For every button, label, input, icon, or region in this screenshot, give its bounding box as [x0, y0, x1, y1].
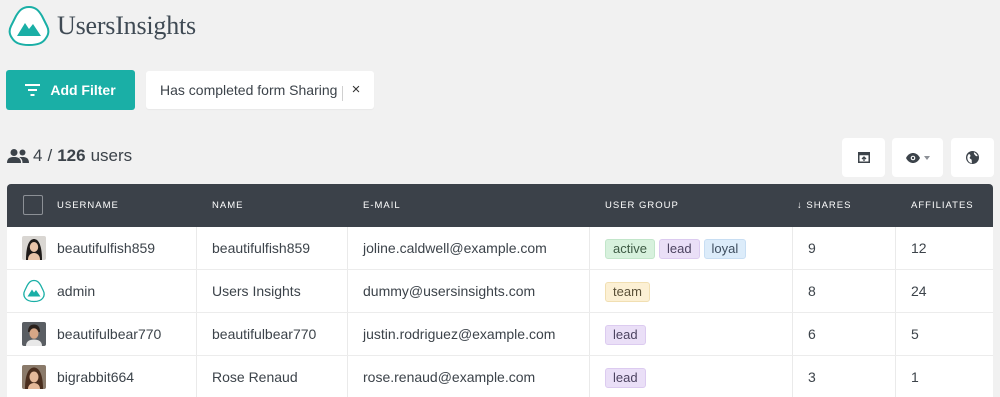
affiliates-cell: 1: [911, 369, 919, 385]
column-header-email[interactable]: E-MAIL: [363, 184, 401, 227]
add-filter-label: Add Filter: [50, 82, 116, 98]
column-header-affiliates[interactable]: AFFILIATES: [911, 184, 974, 227]
columns-visibility-button[interactable]: [892, 138, 943, 177]
table-row[interactable]: bigrabbit664 Rose Renaud rose.renaud@exa…: [7, 356, 993, 397]
shares-cell: 6: [808, 326, 816, 342]
avatar: [22, 322, 46, 346]
sort-desc-icon: ↓: [797, 200, 803, 211]
username-cell[interactable]: beautifulfish859: [57, 227, 155, 269]
email-cell: rose.renaud@example.com: [363, 369, 536, 385]
app-logo: UsersInsights: [8, 5, 196, 47]
eye-icon: [905, 152, 920, 163]
shares-cell: 3: [808, 369, 816, 385]
shares-cell: 8: [808, 283, 816, 299]
column-header-shares-label: SHARES: [806, 200, 852, 211]
user-count: 4 / 126 users: [7, 146, 132, 166]
column-header-user-group[interactable]: USER GROUP: [605, 184, 679, 227]
column-header-name[interactable]: NAME: [212, 184, 243, 227]
user-group-cell: lead: [605, 313, 650, 355]
user-group-cell: active lead loyal: [605, 227, 750, 269]
user-group-cell: team: [605, 270, 654, 312]
group-tag: lead: [605, 325, 646, 346]
name-cell: beautifulbear770: [212, 326, 317, 342]
caret-down-icon: [923, 155, 930, 160]
affiliates-cell: 5: [911, 326, 919, 342]
table-row[interactable]: admin Users Insights dummy@usersinsights…: [7, 270, 993, 313]
email-cell: dummy@usersinsights.com: [363, 283, 536, 299]
avatar: [22, 365, 46, 389]
table-header: USERNAME NAME E-MAIL USER GROUP ↓ SHARES…: [7, 184, 993, 227]
user-group-cell: lead: [605, 356, 650, 397]
export-icon: [857, 152, 870, 163]
add-filter-button[interactable]: Add Filter: [6, 70, 135, 110]
table-row[interactable]: beautifulfish859 beautifulfish859 joline…: [7, 227, 993, 270]
export-button[interactable]: [842, 138, 885, 177]
email-cell: joline.caldwell@example.com: [363, 240, 547, 256]
column-header-shares[interactable]: ↓ SHARES: [797, 184, 851, 227]
name-cell: beautifulfish859: [212, 240, 311, 256]
affiliates-cell: 12: [911, 240, 927, 256]
users-icon: [7, 149, 29, 163]
username-cell[interactable]: beautifulbear770: [57, 313, 161, 355]
count-separator: /: [47, 146, 53, 165]
affiliates-cell: 24: [911, 283, 927, 299]
active-filter-chip[interactable]: Has completed form Sharing ×: [146, 71, 374, 109]
world-map-button[interactable]: [951, 138, 994, 177]
username-cell[interactable]: bigrabbit664: [57, 356, 134, 397]
group-tag: loyal: [703, 239, 747, 260]
name-cell: Users Insights: [212, 283, 301, 299]
group-tag: lead: [658, 239, 700, 260]
count-unit: users: [90, 146, 133, 165]
globe-icon: [966, 151, 979, 164]
group-tag: lead: [605, 368, 646, 389]
active-filter-label: Has completed form Sharing: [160, 82, 338, 98]
total-count: 126: [57, 146, 86, 165]
group-tag: active: [605, 239, 655, 260]
logo-icon: [8, 5, 50, 47]
close-icon[interactable]: ×: [348, 82, 364, 98]
users-table: USERNAME NAME E-MAIL USER GROUP ↓ SHARES…: [7, 184, 993, 397]
select-all-checkbox[interactable]: [23, 195, 43, 215]
username-cell[interactable]: admin: [57, 270, 95, 312]
email-cell: justin.rodriguez@example.com: [363, 326, 556, 342]
avatar: [22, 236, 46, 260]
shares-cell: 9: [808, 240, 816, 256]
chip-divider: [342, 86, 343, 101]
table-row[interactable]: beautifulbear770 beautifulbear770 justin…: [7, 313, 993, 356]
name-cell: Rose Renaud: [212, 369, 298, 385]
group-tag: team: [605, 282, 650, 303]
app-title: UsersInsights: [57, 11, 196, 40]
shown-count: 4: [33, 146, 43, 165]
filter-icon: [25, 84, 41, 96]
column-header-username[interactable]: USERNAME: [57, 184, 119, 227]
avatar: [22, 279, 46, 303]
